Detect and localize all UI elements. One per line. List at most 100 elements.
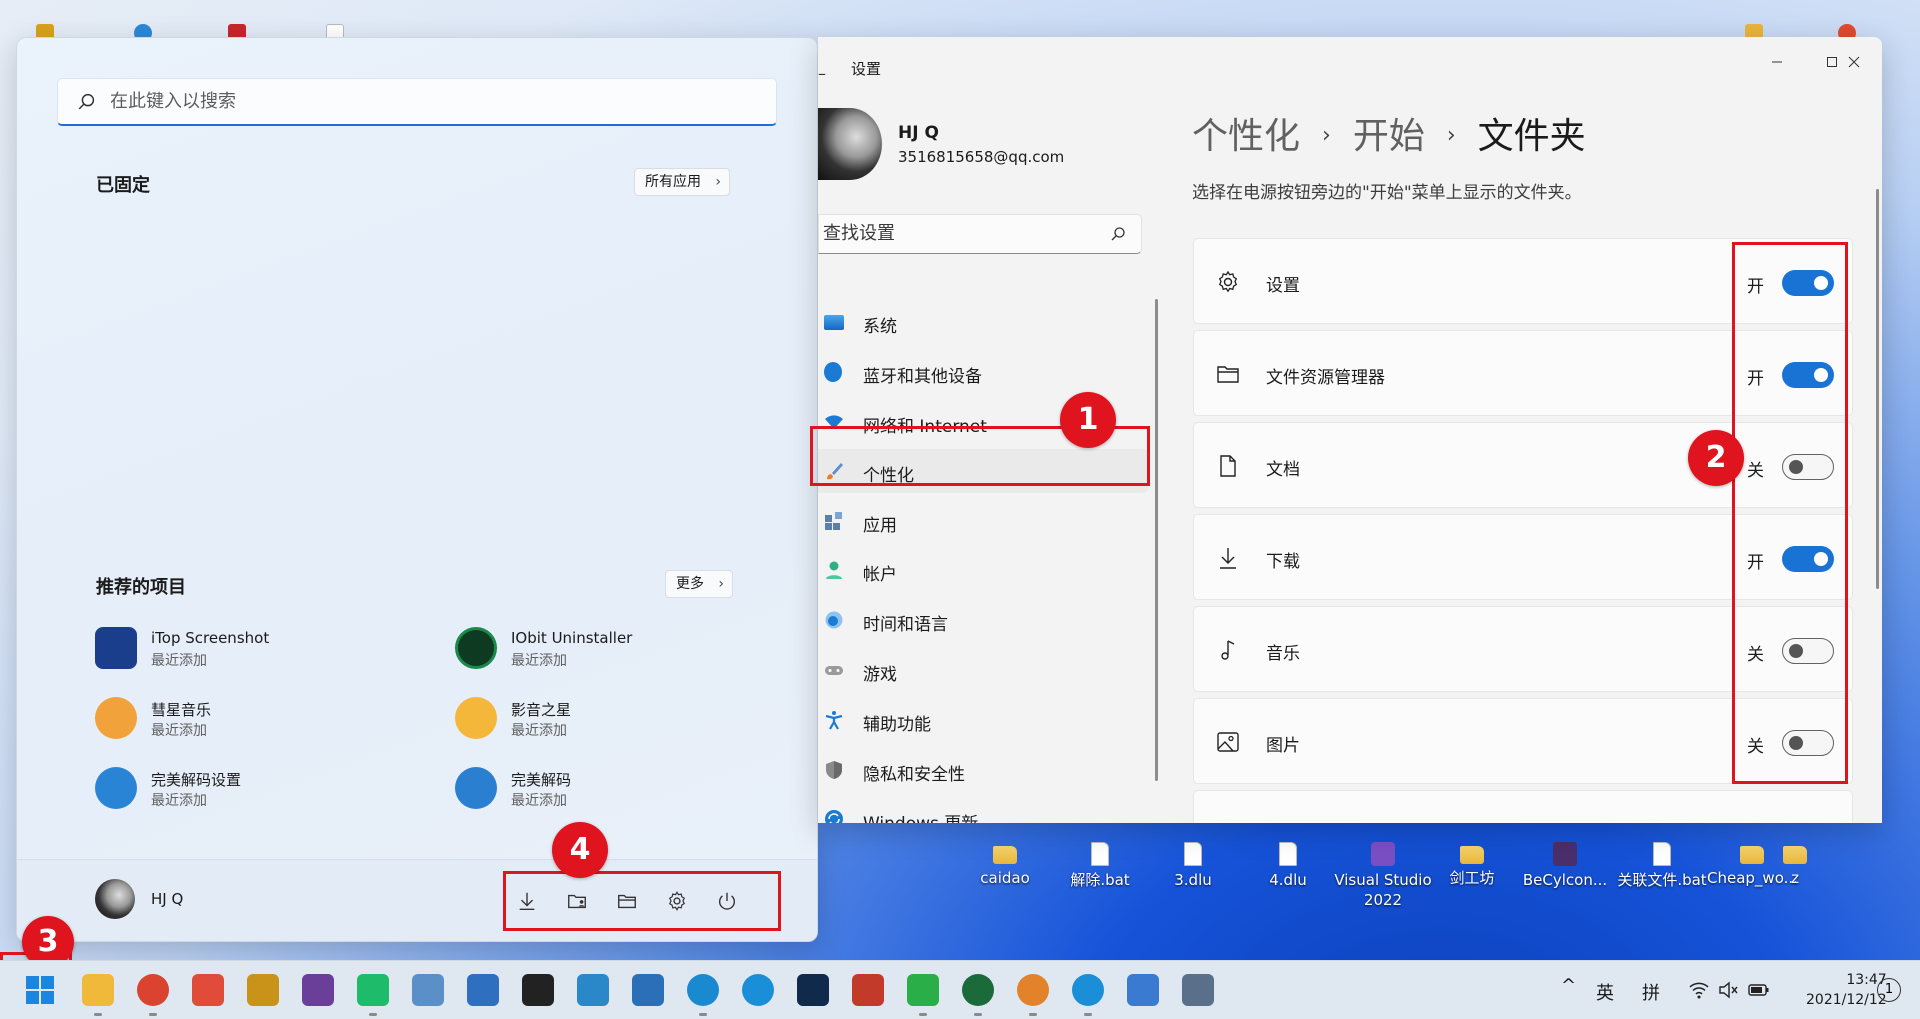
- nav-item-gaming[interactable]: 游戏: [818, 648, 1148, 692]
- desktop-item[interactable]: caidao: [960, 842, 1050, 888]
- network-app-icon[interactable]: [467, 974, 499, 1006]
- running-indicator: [369, 1013, 377, 1016]
- account-icon: [826, 561, 842, 579]
- settings-gear-icon[interactable]: [1182, 974, 1214, 1006]
- blocks-app-icon[interactable]: [632, 974, 664, 1006]
- find-setting-box[interactable]: [818, 214, 1142, 254]
- ime-mode[interactable]: 拼: [1642, 979, 1660, 1005]
- nav-item-system[interactable]: 系统: [818, 300, 1148, 344]
- chevron-up-icon[interactable]: ^: [1561, 975, 1576, 996]
- all-apps-label: 所有应用: [645, 174, 701, 190]
- running-indicator: [1084, 1013, 1092, 1016]
- running-indicator: [919, 1013, 927, 1016]
- colorful-app-icon[interactable]: [192, 974, 224, 1006]
- folder-icon: [1740, 846, 1764, 864]
- recommended-item[interactable]: 完美解码设置 最近添加: [95, 763, 435, 813]
- recommended-item[interactable]: 影音之星 最近添加: [455, 693, 795, 743]
- desktop-item[interactable]: 4.dlu: [1243, 842, 1333, 890]
- folder-icon: [1217, 366, 1239, 383]
- nav-item-privacy[interactable]: 隐私和安全性: [818, 748, 1148, 792]
- breadcrumb-personalization[interactable]: 个性化: [1192, 116, 1300, 157]
- account-avatar[interactable]: [818, 108, 882, 180]
- file-explorer-icon[interactable]: [82, 974, 114, 1006]
- avatar[interactable]: [95, 879, 135, 919]
- footer-user-name[interactable]: HJ Q: [151, 890, 183, 908]
- desktop-item[interactable]: z: [1770, 842, 1820, 888]
- more-button[interactable]: 更多 ›: [665, 570, 733, 598]
- clock[interactable]: 13:47 2021/12/12: [1806, 970, 1887, 1010]
- desktop-item[interactable]: Visual Studio 2022: [1333, 842, 1433, 910]
- start-search-input[interactable]: [110, 91, 710, 112]
- recommended-item[interactable]: iTop Screenshot 最近添加: [95, 623, 435, 673]
- back-arrow-icon[interactable]: –: [818, 64, 826, 83]
- feather-app-2-icon[interactable]: [1072, 974, 1104, 1006]
- ime-language[interactable]: 英: [1596, 979, 1614, 1005]
- desktop-icons-row: caidao 解除.bat 3.dlu 4.dlu Visual Studio …: [960, 842, 1880, 922]
- rh-app-icon[interactable]: [247, 974, 279, 1006]
- nav-item-accounts[interactable]: 帐户: [818, 548, 1148, 592]
- desktop-item[interactable]: 3.dlu: [1148, 842, 1238, 890]
- itop-screenshot-icon: [95, 627, 137, 669]
- folder-row-partial: [1193, 790, 1853, 823]
- chart-app-icon[interactable]: [412, 974, 444, 1006]
- chevron-right-icon: ›: [1322, 123, 1331, 148]
- nav-item-accessibility[interactable]: 辅助功能: [818, 698, 1148, 742]
- gamepad-icon: [825, 666, 843, 675]
- edge-icon[interactable]: [687, 974, 719, 1006]
- nav-item-apps[interactable]: 应用: [818, 499, 1148, 543]
- recommended-title: 推荐的项目: [96, 577, 186, 598]
- annotation-badge-1: 1: [1060, 392, 1116, 448]
- feather-app-icon[interactable]: [742, 974, 774, 1006]
- windows-logo-icon: [26, 976, 54, 1004]
- desktop-item[interactable]: BeCylcon...: [1520, 842, 1610, 890]
- taskbar: ^ 英 拼 13:47 2021/12/12 1: [0, 960, 1920, 1019]
- folder-icon: [1783, 846, 1807, 864]
- accessibility-icon: [825, 711, 843, 730]
- running-indicator: [974, 1013, 982, 1016]
- chrome-icon[interactable]: [137, 974, 169, 1006]
- desktop-item[interactable]: 解除.bat: [1055, 842, 1145, 890]
- system-icon: [824, 315, 844, 330]
- breadcrumb-start[interactable]: 开始: [1353, 116, 1425, 157]
- desktop-item[interactable]: 关联文件.bat: [1615, 842, 1709, 890]
- highlight-box-toggles: [1732, 242, 1848, 784]
- bluetooth-icon: [824, 362, 842, 382]
- virtual-box-icon[interactable]: [577, 974, 609, 1006]
- start-menu: 已固定 所有应用 › 推荐的项目 更多 › iTop Screenshot 最近…: [16, 37, 818, 942]
- window-title: 设置: [851, 60, 882, 78]
- qq-icon[interactable]: [522, 974, 554, 1006]
- clock-globe-icon: [825, 611, 843, 629]
- gear-icon: [1218, 270, 1238, 293]
- wechat-icon[interactable]: [907, 974, 939, 1006]
- minimize-button[interactable]: [1757, 47, 1797, 77]
- recommended-item[interactable]: IObit Uninstaller 最近添加: [455, 623, 795, 673]
- notepad-icon[interactable]: [1127, 974, 1159, 1006]
- iobit-uninstaller-icon: [455, 627, 497, 669]
- recommended-item[interactable]: 彗星音乐 最近添加: [95, 693, 435, 743]
- nav-item-time-language[interactable]: 时间和语言: [818, 598, 1148, 642]
- wifi-icon[interactable]: [1689, 981, 1709, 999]
- desktop-item[interactable]: 剑工坊: [1427, 842, 1517, 888]
- picture-icon: [1217, 732, 1239, 752]
- bug-app-icon[interactable]: [852, 974, 884, 1006]
- close-button[interactable]: [1834, 47, 1874, 77]
- notification-badge[interactable]: 1: [1877, 978, 1901, 1002]
- shell-app-icon[interactable]: [1017, 974, 1049, 1006]
- account-email: 3516815658@qq.com: [898, 148, 1065, 166]
- chevron-right-icon: ›: [1446, 123, 1456, 148]
- recommended-item[interactable]: 完美解码 最近添加: [455, 763, 795, 813]
- battery-icon[interactable]: [1748, 981, 1770, 999]
- find-setting-input[interactable]: [823, 223, 1093, 244]
- nav-item-windows-update[interactable]: Windows 更新: [818, 797, 1148, 823]
- start-search-box[interactable]: [57, 78, 777, 126]
- uninstaller-icon[interactable]: [962, 974, 994, 1006]
- nav-item-bluetooth[interactable]: 蓝牙和其他设备: [818, 350, 1148, 394]
- photoshop-icon[interactable]: [797, 974, 829, 1006]
- start-button[interactable]: [25, 975, 55, 1005]
- volume-muted-icon[interactable]: [1718, 981, 1738, 999]
- nav-scrollbar[interactable]: [1155, 299, 1158, 781]
- pycharm-icon[interactable]: [357, 974, 389, 1006]
- content-scrollbar[interactable]: [1876, 189, 1879, 589]
- all-apps-button[interactable]: 所有应用 ›: [634, 168, 730, 196]
- screenshot-tool-icon[interactable]: [302, 974, 334, 1006]
